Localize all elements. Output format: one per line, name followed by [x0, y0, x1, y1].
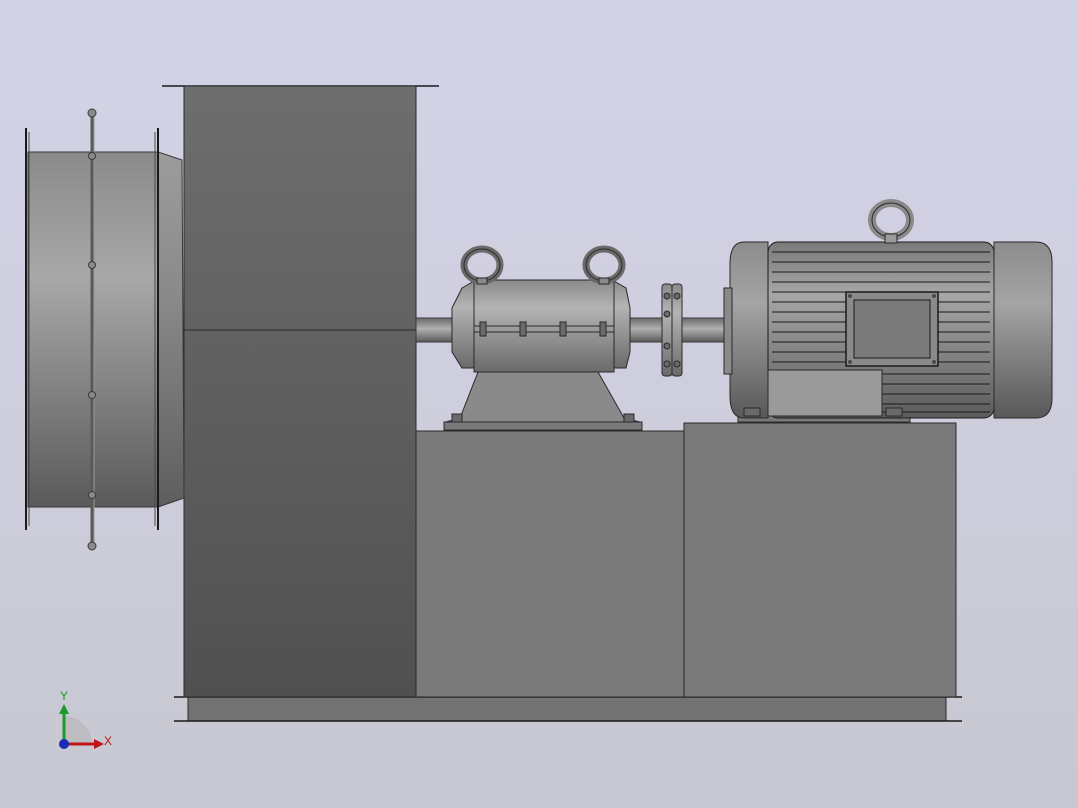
- base-frame[interactable]: [174, 696, 962, 722]
- y-axis-label: Y: [60, 689, 68, 703]
- z-axis-dot: [59, 739, 69, 749]
- x-axis-label: X: [104, 734, 112, 748]
- fan-housing[interactable]: [162, 85, 439, 698]
- motor-terminal-box[interactable]: [845, 291, 939, 367]
- bearing-housing[interactable]: [443, 279, 643, 431]
- motor-pedestal-block[interactable]: [683, 422, 957, 698]
- bearing-pedestal-block[interactable]: [415, 430, 685, 698]
- cad-3d-viewport[interactable]: Y X: [0, 0, 1078, 808]
- viewport-canvas[interactable]: Y X: [0, 0, 1078, 808]
- inlet-cone[interactable]: [157, 151, 185, 508]
- shaft-coupling[interactable]: [661, 283, 683, 377]
